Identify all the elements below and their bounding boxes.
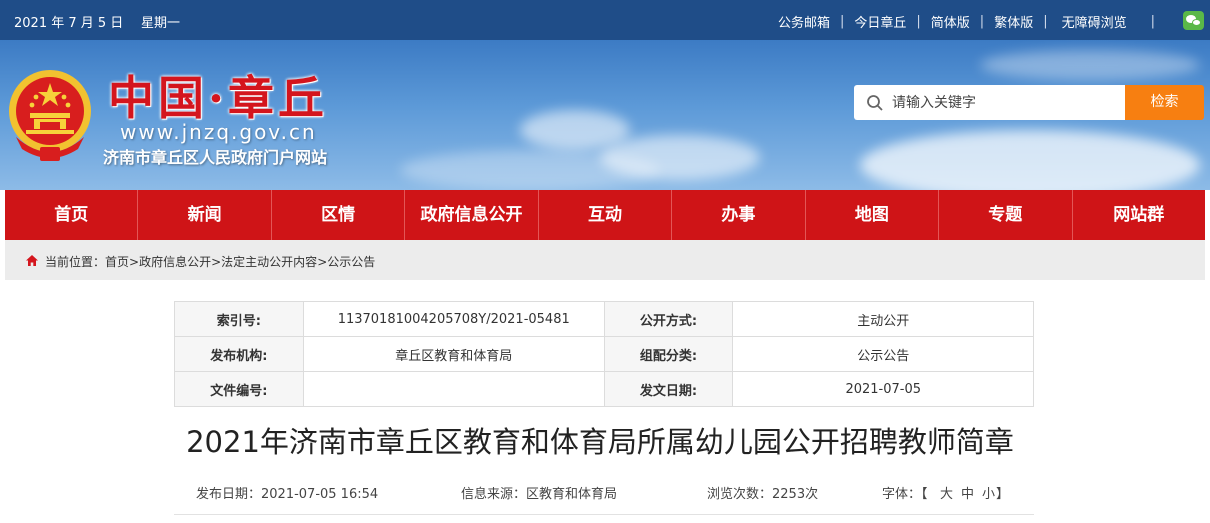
link-separator: | xyxy=(916,14,921,29)
info-value: 主动公开 xyxy=(732,301,1034,337)
divider xyxy=(174,514,1034,515)
breadcrumb-separator: > xyxy=(211,255,222,269)
font-size-close: 】 xyxy=(996,487,1010,502)
info-key: 索引号: xyxy=(174,301,304,337)
breadcrumb-item-notices[interactable]: 公示公告 xyxy=(327,255,375,269)
link-separator: | xyxy=(839,14,845,29)
link-separator: | xyxy=(979,14,985,29)
breadcrumb-separator: > xyxy=(317,255,328,269)
info-key: 公开方式: xyxy=(603,301,734,337)
nav-item-interaction[interactable]: 互动 xyxy=(539,190,673,240)
article-title: 2021年济南市章丘区教育和体育局所属幼儿园公开招聘教师简章 xyxy=(186,425,1014,459)
search-input[interactable] xyxy=(892,85,1120,120)
home-icon xyxy=(26,255,38,266)
info-value: 章丘区教育和体育局 xyxy=(302,336,605,372)
site-subtitle: 济南市章丘区人民政府门户网站 xyxy=(103,148,328,167)
nav-item-services[interactable]: 办事 xyxy=(672,190,806,240)
info-source: 信息来源：区教育和体育局 xyxy=(461,487,618,502)
link-separator: | xyxy=(1150,14,1155,29)
font-size-small-button[interactable]: 小 xyxy=(982,483,995,502)
link-mail[interactable]: 公务邮箱 xyxy=(778,12,830,31)
current-date: 2021 年 7 月 5 日 xyxy=(14,16,124,31)
nav-item-disclosure[interactable]: 政府信息公开 xyxy=(405,190,539,240)
nav-item-topics[interactable]: 专题 xyxy=(939,190,1073,240)
nav-item-map[interactable]: 地图 xyxy=(806,190,940,240)
info-key: 文件编号: xyxy=(174,371,304,407)
link-today[interactable]: 今日章丘 xyxy=(854,12,906,31)
info-value: 2021-07-05 xyxy=(732,371,1034,407)
search-icon xyxy=(867,95,883,111)
nav-item-home[interactable]: 首页 xyxy=(5,190,139,240)
site-url: www.jnzq.gov.cn xyxy=(120,120,317,144)
table-row: 发布机构: 章丘区教育和体育局 组配分类: 公示公告 xyxy=(174,336,1034,372)
font-size-medium-button[interactable]: 中 xyxy=(961,483,974,502)
info-key: 组配分类: xyxy=(603,336,734,372)
info-value: 公示公告 xyxy=(732,336,1034,372)
search-button[interactable]: 检索 xyxy=(1125,85,1204,120)
table-row: 文件编号: 发文日期: 2021-07-05 xyxy=(174,371,1034,407)
nav-item-news[interactable]: 新闻 xyxy=(138,190,272,240)
top-links: 公务邮箱 | 今日章丘 | 简体版 | 繁体版 | 无障碍浏览 | xyxy=(778,12,1165,31)
breadcrumb-item-disclosure[interactable]: 政府信息公开 xyxy=(139,255,211,269)
wechat-icon[interactable] xyxy=(1183,11,1204,30)
breadcrumb-separator: > xyxy=(129,255,140,269)
breadcrumb-item-legal[interactable]: 法定主动公开内容 xyxy=(221,255,317,269)
nav-item-site-group[interactable]: 网站群 xyxy=(1073,190,1205,240)
breadcrumb-text: 当前位置：首页>政府信息公开>法定主动公开内容>公示公告 xyxy=(45,253,375,270)
view-count: 浏览次数：2253次 xyxy=(707,487,819,502)
table-row: 索引号: 11370181004205708Y/2021-05481 公开方式:… xyxy=(174,301,1034,337)
breadcrumb: 当前位置：首页>政府信息公开>法定主动公开内容>公示公告 xyxy=(5,240,1205,280)
font-size-label: 字体：【 xyxy=(882,487,928,502)
info-value: 11370181004205708Y/2021-05481 xyxy=(302,301,605,337)
link-separator: | xyxy=(1043,14,1048,29)
search-box: 检索 xyxy=(854,85,1204,120)
font-size-large-button[interactable]: 大 xyxy=(940,483,953,502)
main-nav: 首页 新闻 区情 政府信息公开 互动 办事 地图 专题 网站群 xyxy=(5,190,1205,240)
link-accessibility[interactable]: 无障碍浏览 xyxy=(1062,12,1127,31)
document-info-table: 索引号: 11370181004205708Y/2021-05481 公开方式:… xyxy=(174,301,1034,407)
search-field xyxy=(854,85,1125,120)
nav-item-district[interactable]: 区情 xyxy=(272,190,406,240)
site-logo-title[interactable]: 中国·章丘 xyxy=(108,62,328,128)
current-weekday: 星期一 xyxy=(141,16,181,31)
publish-date: 发布日期：2021-07-05 16:54 xyxy=(196,487,379,502)
top-bar: 2021 年 7 月 5 日 星期一 公务邮箱 | 今日章丘 | 简体版 | 繁… xyxy=(0,0,1210,40)
info-key: 发布机构: xyxy=(174,336,304,372)
info-value xyxy=(302,371,605,407)
link-simplified[interactable]: 简体版 xyxy=(931,12,970,31)
article-meta: 发布日期：2021-07-05 16:54 信息来源：区教育和体育局 浏览次数：… xyxy=(0,483,1210,503)
header-banner: 中国·章丘 www.jnzq.gov.cn 济南市章丘区人民政府门户网站 检索 xyxy=(0,40,1210,190)
breadcrumb-prefix: 当前位置： xyxy=(45,255,106,269)
link-traditional[interactable]: 繁体版 xyxy=(994,12,1033,31)
national-emblem-icon xyxy=(9,70,91,161)
breadcrumb-item-home[interactable]: 首页 xyxy=(105,255,129,269)
info-key: 发文日期: xyxy=(603,371,734,407)
